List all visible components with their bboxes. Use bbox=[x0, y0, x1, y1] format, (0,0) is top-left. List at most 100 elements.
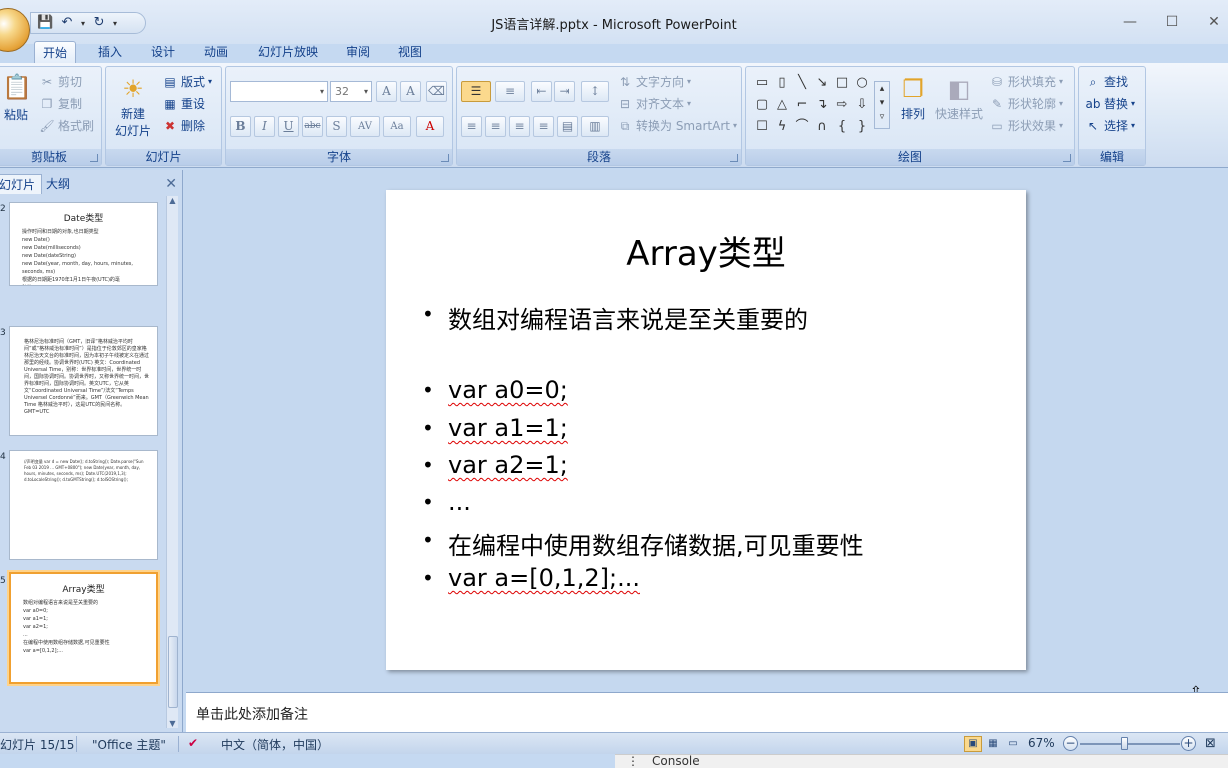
theme-name[interactable]: "Office 主题" bbox=[92, 736, 166, 753]
font-launcher-icon[interactable] bbox=[441, 154, 449, 162]
scroll-up-icon[interactable]: ▲ bbox=[167, 196, 178, 205]
tab-view[interactable]: 视图 bbox=[390, 41, 430, 63]
slide-bullet[interactable]: 数组对编程语言来说是至关重要的 bbox=[422, 300, 808, 335]
scrollbar-thumb[interactable] bbox=[168, 636, 178, 708]
slide-bullet[interactable]: var a=[0,1,2];... bbox=[422, 564, 640, 592]
increase-indent-icon[interactable]: ⇥ bbox=[554, 81, 575, 102]
rounded-rect-shape-icon[interactable]: ▢ bbox=[754, 97, 770, 113]
tab-design[interactable]: 设计 bbox=[143, 41, 183, 63]
zoom-slider-knob[interactable] bbox=[1121, 737, 1128, 750]
slide-thumbnail-selected[interactable]: Array类型 数组对编程语言来说是至关重要的 var a0=0; var a1… bbox=[9, 572, 158, 684]
font-size-combo[interactable]: 32 ▾ bbox=[330, 81, 372, 102]
decrease-indent-icon[interactable]: ⇤ bbox=[531, 81, 552, 102]
slide-bullet[interactable]: 在编程中使用数组存储数据,可见重要性 bbox=[422, 526, 864, 561]
align-left-icon[interactable]: ≡ bbox=[461, 116, 482, 137]
strikethrough-icon[interactable]: abc bbox=[302, 116, 323, 137]
slide-bullet[interactable]: var a1=1; bbox=[422, 414, 568, 442]
normal-view-icon[interactable]: ▣ bbox=[964, 736, 982, 752]
select-button[interactable]: ↖ 选择 ▾ bbox=[1085, 117, 1135, 134]
drawing-launcher-icon[interactable] bbox=[1063, 154, 1071, 162]
tab-slides[interactable]: 幻灯片 bbox=[0, 174, 43, 194]
clipboard-launcher-icon[interactable] bbox=[90, 154, 98, 162]
console-bar[interactable]: ⋮ Console bbox=[615, 754, 1228, 768]
columns-icon[interactable]: ▥ bbox=[581, 116, 609, 137]
minimize-button[interactable]: — bbox=[1120, 12, 1140, 32]
bullets-icon[interactable]: ☰ bbox=[461, 81, 491, 102]
rectangle-shape-icon[interactable]: □ bbox=[834, 75, 850, 91]
change-case-icon[interactable]: Aa bbox=[383, 116, 411, 137]
slide-thumbnail[interactable]: //声明变量 var d = new Date(); d.toString();… bbox=[9, 450, 158, 560]
slide-bullet[interactable]: var a0=0; bbox=[422, 376, 568, 404]
maximize-button[interactable]: ☐ bbox=[1162, 12, 1182, 32]
scribble-shape-icon[interactable]: ϟ bbox=[774, 119, 790, 135]
delete-slide-button[interactable]: ✖ 删除 bbox=[162, 117, 205, 134]
tab-outline[interactable]: 大纲 bbox=[40, 174, 76, 194]
paragraph-launcher-icon[interactable] bbox=[730, 154, 738, 162]
convert-smartart-button[interactable]: ⧉ 转换为 SmartArt ▾ bbox=[617, 117, 737, 134]
oval-shape-icon[interactable]: ○ bbox=[854, 75, 870, 91]
clear-formatting-icon[interactable]: ⌫ bbox=[426, 81, 447, 102]
down-arrow-shape-icon[interactable]: ⇩ bbox=[854, 97, 870, 113]
shape-effects-button[interactable]: ▭ 形状效果 ▾ bbox=[989, 117, 1063, 134]
slide-thumbnail[interactable]: Date类型 操作时间和日期的对象,也日期类型 new Date() new D… bbox=[9, 202, 158, 286]
panel-scrollbar[interactable]: ▲ ▼ bbox=[166, 196, 178, 728]
zoom-level[interactable]: 67% bbox=[1028, 736, 1055, 750]
underline-icon[interactable]: U bbox=[278, 116, 299, 137]
new-slide-button[interactable]: ☀ 新建 幻灯片 bbox=[112, 73, 154, 139]
font-color-icon[interactable]: A bbox=[416, 116, 444, 137]
bold-icon[interactable]: B bbox=[230, 116, 251, 137]
align-center-icon[interactable]: ≡ bbox=[485, 116, 506, 137]
line-spacing-icon[interactable]: ↕ bbox=[581, 81, 609, 102]
quick-styles-button[interactable]: ◧ 快速样式 bbox=[934, 73, 984, 122]
notes-pane[interactable]: 单击此处添加备注 bbox=[186, 692, 1228, 732]
align-right-icon[interactable]: ≡ bbox=[509, 116, 530, 137]
tab-insert[interactable]: 插入 bbox=[90, 41, 130, 63]
slide-bullet[interactable]: var a2=1; bbox=[422, 451, 568, 479]
italic-icon[interactable]: I bbox=[254, 116, 275, 137]
tab-animations[interactable]: 动画 bbox=[196, 41, 236, 63]
slide-show-view-icon[interactable]: ▭ bbox=[1004, 736, 1022, 752]
elbow-connector-shape-icon[interactable]: ↴ bbox=[814, 97, 830, 113]
find-button[interactable]: ⌕ 查找 bbox=[1085, 73, 1128, 90]
fit-to-window-icon[interactable]: ⊠ bbox=[1205, 736, 1216, 751]
shapes-gallery-scroll-icon[interactable]: ▴ ▾ ▿ bbox=[874, 81, 890, 129]
font-name-combo[interactable]: ▾ bbox=[230, 81, 328, 102]
textbox-shape-icon[interactable]: ▭ bbox=[754, 75, 770, 91]
numbering-icon[interactable]: ≡ bbox=[495, 81, 525, 102]
align-text-button[interactable]: ⊟ 对齐文本 ▾ bbox=[617, 95, 691, 112]
tab-home[interactable]: 开始 bbox=[34, 41, 77, 63]
arc-shape-icon[interactable]: ∩ bbox=[814, 119, 830, 135]
slide-sorter-view-icon[interactable]: ▦ bbox=[984, 736, 1002, 752]
paste-button[interactable]: 📋 粘贴 bbox=[1, 71, 32, 123]
distributed-icon[interactable]: ▤ bbox=[557, 116, 578, 137]
slide-thumbnail[interactable]: 格林尼治标准时间（GMT，旧译“格林威治平均时间”或“格林威治标准时间”）是指位… bbox=[9, 326, 158, 436]
layout-button[interactable]: ▤ 版式 ▾ bbox=[162, 73, 212, 90]
tab-slide-show[interactable]: 幻灯片放映 bbox=[250, 41, 326, 63]
text-direction-button[interactable]: ⇅ 文字方向 ▾ bbox=[617, 73, 691, 90]
shape-outline-button[interactable]: ✎ 形状轮廓 ▾ bbox=[989, 95, 1063, 112]
replace-button[interactable]: ab 替换 ▾ bbox=[1085, 95, 1136, 112]
slide-canvas[interactable]: Array类型 数组对编程语言来说是至关重要的 var a0=0; var a1… bbox=[386, 190, 1026, 670]
freeform-shape-icon[interactable]: ☐ bbox=[754, 119, 770, 135]
scroll-down-icon[interactable]: ▼ bbox=[167, 719, 178, 728]
zoom-in-icon[interactable]: + bbox=[1181, 736, 1196, 751]
connector-shape-icon[interactable]: ⌐ bbox=[794, 97, 810, 113]
language[interactable]: 中文（简体，中国） bbox=[221, 736, 329, 753]
tab-review[interactable]: 审阅 bbox=[338, 41, 378, 63]
right-brace-shape-icon[interactable]: } bbox=[854, 119, 870, 135]
reset-button[interactable]: ▦ 重设 bbox=[162, 95, 205, 112]
drag-handle-icon[interactable]: ⋮ bbox=[627, 754, 639, 768]
text-shadow-icon[interactable]: S bbox=[326, 116, 347, 137]
grow-font-icon[interactable]: A bbox=[376, 81, 397, 102]
slide-title[interactable]: Array类型 bbox=[386, 226, 1026, 275]
zoom-slider[interactable] bbox=[1080, 743, 1180, 745]
triangle-shape-icon[interactable]: △ bbox=[774, 97, 790, 113]
line-shape-icon[interactable]: ╲ bbox=[794, 75, 810, 91]
cut-button[interactable]: ✂ 剪切 bbox=[39, 73, 82, 90]
format-painter-button[interactable]: 🖌 格式刷 bbox=[39, 117, 94, 134]
close-icon[interactable]: ✕ bbox=[165, 176, 177, 192]
arrange-button[interactable]: ❐ 排列 bbox=[896, 73, 930, 122]
spell-check-icon[interactable]: ✔ bbox=[188, 736, 198, 750]
justify-icon[interactable]: ≡ bbox=[533, 116, 554, 137]
right-arrow-shape-icon[interactable]: ⇨ bbox=[834, 97, 850, 113]
